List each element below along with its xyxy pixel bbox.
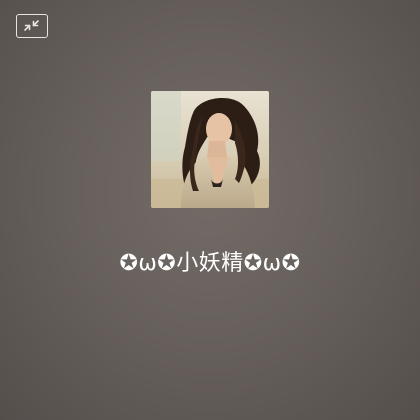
- shrink-arrows-icon: [24, 20, 39, 31]
- minimize-call-button[interactable]: [16, 14, 48, 38]
- voice-call-screen: ✪ω✪小妖精✪ω✪: [0, 0, 420, 420]
- caller-avatar[interactable]: [151, 91, 269, 208]
- caller-avatar-photo: [151, 91, 269, 208]
- caller-name: ✪ω✪小妖精✪ω✪: [119, 251, 301, 276]
